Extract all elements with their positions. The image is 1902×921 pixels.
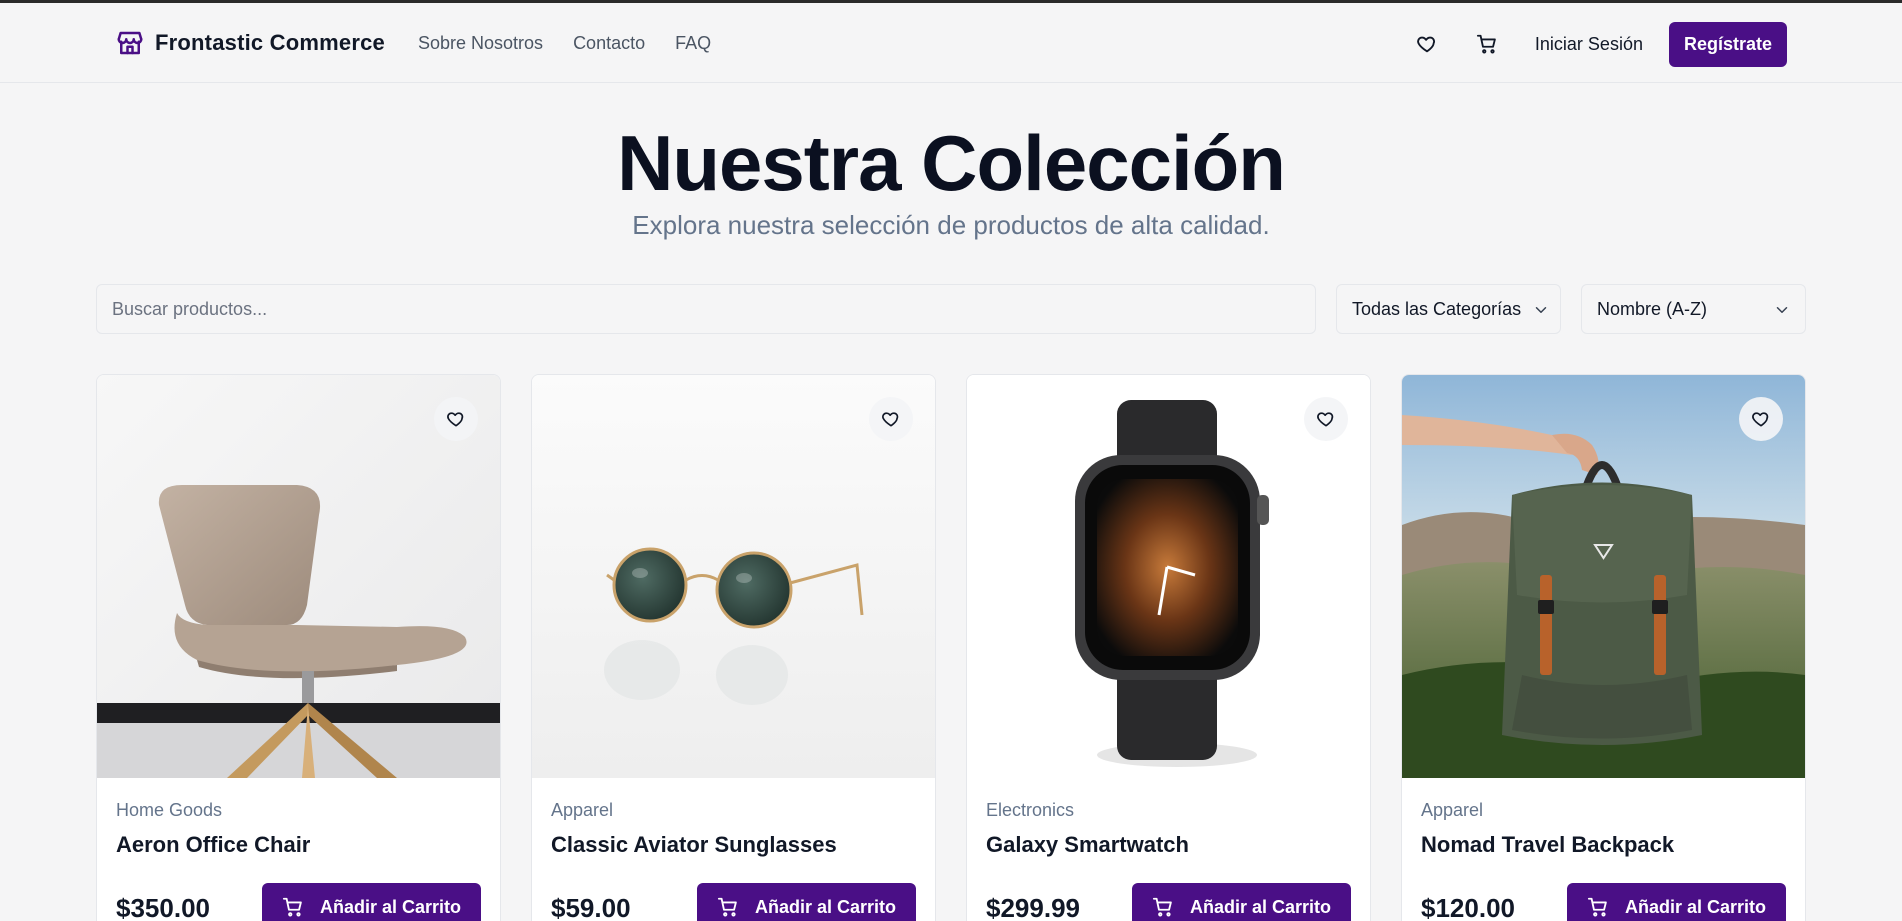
favorite-button[interactable] xyxy=(434,397,478,441)
add-to-cart-button[interactable]: Añadir al Carrito xyxy=(1566,883,1786,921)
nav-link-faq[interactable]: FAQ xyxy=(675,33,711,54)
brand-logo[interactable]: Frontastic Commerce xyxy=(115,27,385,59)
product-card[interactable]: Home Goods Aeron Office Chair $350.00 Añ… xyxy=(96,374,501,921)
add-to-cart-label: Añadir al Carrito xyxy=(1189,896,1331,917)
favorite-button[interactable] xyxy=(1739,397,1783,441)
cart-icon xyxy=(1152,897,1172,917)
product-card[interactable]: Apparel Classic Aviator Sunglasses $59.0… xyxy=(531,374,936,921)
nav-link-contact[interactable]: Contacto xyxy=(573,33,645,54)
product-name[interactable]: Galaxy Smartwatch xyxy=(986,832,1189,858)
register-button[interactable]: Regístrate xyxy=(1668,21,1787,67)
product-image-chair[interactable] xyxy=(97,375,500,778)
heart-icon xyxy=(882,412,899,427)
heart-icon xyxy=(1317,412,1334,427)
category-select[interactable]: Todas las Categorías xyxy=(1336,284,1561,334)
cart-icon xyxy=(282,897,302,917)
product-category: Apparel xyxy=(551,800,614,820)
login-link[interactable]: Iniciar Sesión xyxy=(1535,34,1643,55)
chevron-down-icon xyxy=(1535,307,1547,313)
store-icon xyxy=(117,31,143,55)
search-input[interactable] xyxy=(96,284,1316,334)
wishlist-button[interactable] xyxy=(1407,24,1447,64)
add-to-cart-label: Añadir al Carrito xyxy=(319,896,461,917)
product-price: $59.00 xyxy=(551,893,631,921)
cart-icon xyxy=(717,897,737,917)
product-price: $299.99 xyxy=(986,893,1080,921)
backpack-illustration xyxy=(1402,375,1805,778)
add-to-cart-label: Añadir al Carrito xyxy=(1624,896,1766,917)
site-header: Frontastic Commerce Sobre Nosotros Conta… xyxy=(0,3,1902,83)
product-category: Electronics xyxy=(986,800,1075,820)
product-category: Home Goods xyxy=(116,800,223,820)
favorite-button[interactable] xyxy=(869,397,913,441)
product-card[interactable]: Electronics Galaxy Smartwatch $299.99 Añ… xyxy=(966,374,1371,921)
page-title: Nuestra Colección xyxy=(617,119,1286,207)
product-category: Apparel xyxy=(1421,800,1484,820)
chevron-down-icon xyxy=(1776,307,1788,313)
heart-icon xyxy=(1752,412,1769,427)
sort-select[interactable]: Nombre (A-Z) xyxy=(1581,284,1806,334)
sort-select-value: Nombre (A-Z) xyxy=(1597,298,1708,319)
product-name[interactable]: Nomad Travel Backpack xyxy=(1421,832,1674,858)
add-to-cart-button[interactable]: Añadir al Carrito xyxy=(696,883,916,921)
heart-icon xyxy=(447,412,464,427)
add-to-cart-label: Añadir al Carrito xyxy=(754,896,896,917)
cart-button[interactable] xyxy=(1467,24,1507,64)
add-to-cart-button[interactable]: Añadir al Carrito xyxy=(1131,883,1351,921)
product-image-backpack[interactable] xyxy=(1402,375,1805,778)
product-name[interactable]: Aeron Office Chair xyxy=(116,832,310,858)
product-price: $350.00 xyxy=(116,893,210,921)
smartwatch-illustration xyxy=(967,375,1370,778)
favorite-button[interactable] xyxy=(1304,397,1348,441)
header-actions: Iniciar Sesión Regístrate xyxy=(1407,21,1787,67)
cart-icon xyxy=(1587,897,1607,917)
heart-icon xyxy=(1417,36,1435,53)
nav-link-about[interactable]: Sobre Nosotros xyxy=(418,33,543,54)
product-image-sunglasses[interactable] xyxy=(532,375,935,778)
product-image-smartwatch[interactable] xyxy=(967,375,1370,778)
chair-illustration xyxy=(97,375,500,778)
product-card[interactable]: Apparel Nomad Travel Backpack $120.00 Añ… xyxy=(1401,374,1806,921)
page-subtitle: Explora nuestra selección de productos d… xyxy=(632,210,1270,240)
add-to-cart-button[interactable]: Añadir al Carrito xyxy=(261,883,481,921)
sunglasses-illustration xyxy=(532,375,935,778)
cart-icon xyxy=(1476,34,1496,54)
product-name[interactable]: Classic Aviator Sunglasses xyxy=(551,832,837,858)
main-nav: Sobre Nosotros Contacto FAQ xyxy=(418,33,711,54)
category-select-value: Todas las Categorías xyxy=(1352,298,1522,319)
brand-name: Frontastic Commerce xyxy=(155,30,385,55)
product-price: $120.00 xyxy=(1421,893,1515,921)
